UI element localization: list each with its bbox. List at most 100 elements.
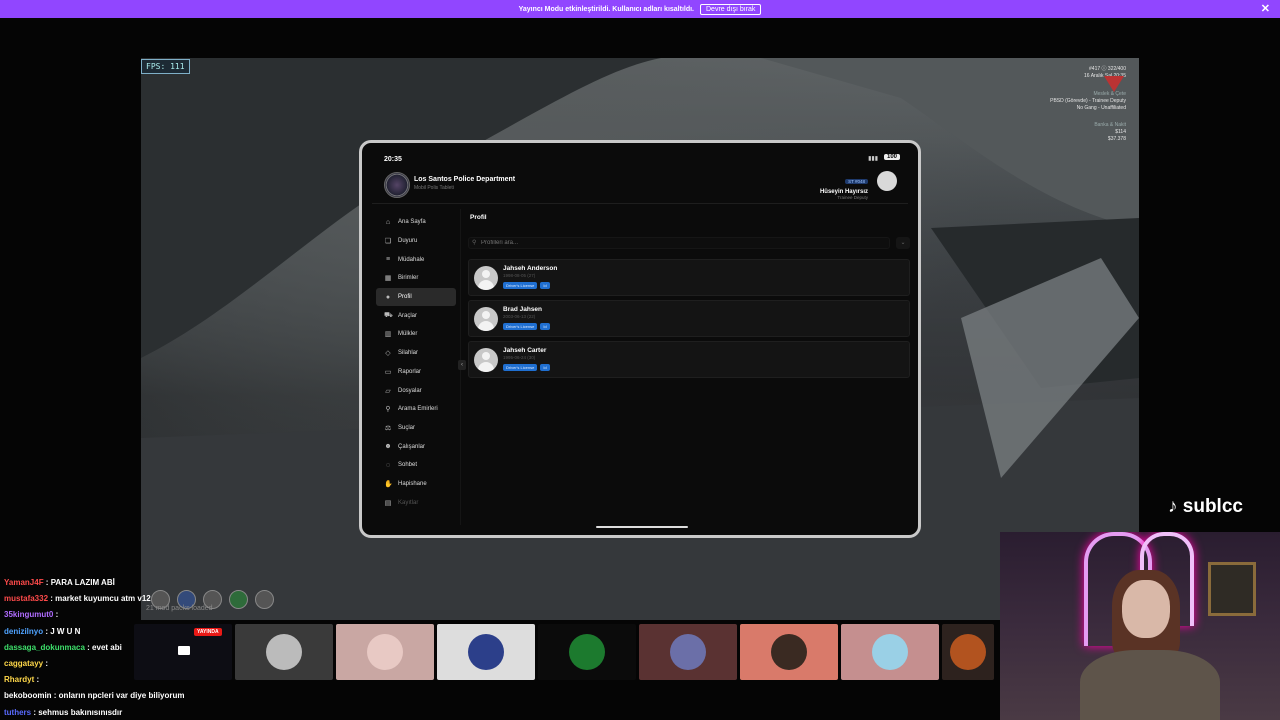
thumbnail[interactable]	[942, 624, 994, 680]
chat-message: bekoboomin : onların npcleri var diye bi…	[4, 688, 194, 704]
thumbnail[interactable]	[437, 624, 535, 680]
search-input[interactable]	[468, 237, 890, 249]
profile-name: Brad Jahsen	[503, 306, 543, 313]
grid-icon: ▦	[384, 275, 392, 283]
sidebar-item-duyuru[interactable]: ❏ Duyuru	[376, 232, 456, 251]
chat-username[interactable]: YamanJ4F	[4, 578, 44, 587]
hud-gang: No Gang - Unaffiliated	[1076, 105, 1126, 111]
chat-username[interactable]: bekoboomin	[4, 691, 52, 700]
license-tags: Driver's License Id	[503, 364, 550, 371]
thumbnail[interactable]	[336, 624, 434, 680]
chat-separator: :	[53, 610, 59, 620]
sidebar-item-profil[interactable]: ● Profil	[376, 287, 456, 307]
sidebar-item-label: Mülkler	[398, 331, 418, 338]
thumbnail[interactable]	[639, 624, 737, 680]
thumbnail[interactable]	[235, 624, 333, 680]
license-tag: Driver's License	[503, 323, 538, 330]
avatar[interactable]	[877, 171, 897, 191]
chat-username[interactable]: Rhardyt	[4, 675, 34, 684]
chat-text: sehmus bakınısınısdır	[38, 707, 123, 717]
streamer-body	[1080, 650, 1220, 720]
chat-username[interactable]: dassaga_dokunmaca	[4, 643, 85, 652]
license-tag: Id	[540, 323, 550, 330]
sidebar-item-arama-emirleri[interactable]: ⚲ Arama Emirleri	[376, 400, 456, 419]
sidebar-item-kayıtlar[interactable]: ▤ Kayıtlar	[376, 493, 456, 512]
chat-username[interactable]: caggatayy	[4, 659, 43, 668]
sidebar-item-label: Hapishane	[398, 480, 427, 487]
stamina-icon	[255, 590, 274, 609]
sidebar-item-label: Raporlar	[398, 368, 422, 375]
sidebar-item-label: Kayıtlar	[398, 499, 419, 506]
user-info[interactable]: ST #048 Hüseyin Hayırsız Trainee Deputy	[820, 170, 868, 200]
stream-thumbnail-strip: YAYINDA	[134, 624, 1000, 680]
profile-card[interactable]: Brad Jahsen 2003-06-13 (22) Driver's Licen…	[468, 300, 910, 337]
department-title: Los Santos Police Department	[414, 176, 516, 183]
sidebar-item-sohbet[interactable]: ◌ Sohbet	[376, 456, 456, 475]
department-seal-icon	[384, 172, 410, 198]
sidebar-item-label: Araçlar	[398, 312, 418, 319]
thumbnail[interactable]	[740, 624, 838, 680]
banner-message: Yayıncı Modu etkinleştirildi. Kullanıcı …	[518, 5, 694, 13]
profile-card[interactable]: Jahseh Carter 1995-06-24 (30) Driver's Lic…	[468, 341, 910, 378]
car-icon: ⛟	[384, 312, 393, 320]
chat-overlay: YamanJ4F : PARA LAZIM ABİ mustafa332 : ma…	[4, 575, 194, 720]
sidebar-item-hapishane[interactable]: ✋ Hapishane	[376, 475, 456, 494]
chat-message: dassaga_dokunmaca : evet abi	[4, 640, 194, 656]
close-icon[interactable]: ✕	[1261, 2, 1270, 15]
license-tag: Id	[540, 282, 550, 289]
license-tags: Driver's License Id	[503, 282, 550, 289]
fps-counter: FPS: 111	[141, 59, 190, 74]
sidebar-item-mülkler[interactable]: ▥ Mülkler	[376, 325, 456, 344]
stream-screen: Yayıncı Modu etkinleştirildi. Kullanıcı …	[0, 0, 1280, 720]
chat-username[interactable]: 35kingumut0	[4, 610, 53, 619]
streamer-face	[1122, 580, 1170, 638]
main-content: Profil ⚲ ⌄ Jahseh Anderson1998-08-05 (27…	[466, 209, 910, 382]
user-icon: ●	[385, 293, 391, 301]
home-indicator[interactable]	[596, 526, 688, 528]
profile-dob: 1995-06-24 (30)	[503, 355, 536, 360]
sidebar-item-silahlar[interactable]: ◇ Silahlar	[376, 344, 456, 363]
license-tags: Driver's License Id	[503, 323, 550, 330]
profile-name: Jahseh Anderson	[503, 265, 558, 272]
chat-username[interactable]: mustafa332	[4, 594, 48, 603]
hud-job: PBSD (Görevde) - Trainee Deputy	[1050, 98, 1126, 104]
sidebar-item-araçlar[interactable]: ⛟ Araçlar	[376, 306, 456, 325]
chat-message: tuthers : sehmus bakınısınısdır	[4, 705, 194, 720]
page-title: Profil	[470, 214, 487, 221]
collapse-sidebar-icon[interactable]: ‹	[458, 360, 466, 370]
police-tablet: 20:35 ▮▮▮ 100 Los Santos Police Departme…	[359, 140, 921, 538]
hud-bank: $114	[1115, 129, 1126, 135]
warrant-icon: ⚲	[385, 406, 391, 414]
profile-card[interactable]: Jahseh Anderson 1998-08-05 (27) Driver's L…	[468, 259, 910, 296]
sidebar-item-dosyalar[interactable]: ▱ Dosyalar	[376, 381, 456, 400]
streamer-mode-banner: Yayıncı Modu etkinleştirildi. Kullanıcı …	[0, 0, 1280, 18]
disable-streamer-mode-button[interactable]: Devre dışı bırak	[700, 3, 762, 15]
license-tag: Id	[540, 364, 550, 371]
chat-username[interactable]: tuthers	[4, 708, 31, 717]
thumbnail-avatar	[367, 634, 403, 670]
thumbnail[interactable]	[538, 624, 636, 680]
intervention-icon: ≡	[385, 256, 391, 264]
chat-message: mustafa332 : market kuyumcu atm v12	[4, 591, 194, 607]
thumbnail-avatar	[266, 634, 302, 670]
report-icon: ▭	[384, 368, 392, 376]
sidebar-nav: ⌂ Ana Sayfa ❏ Duyuru ≡ Müdahale ▦ Birimler ● Prof…	[376, 213, 456, 512]
sidebar-item-suçlar[interactable]: ⚖ Suçlar	[376, 419, 456, 438]
hud-stats: #417 ⓘ 322/400	[1089, 66, 1126, 72]
filter-dropdown-icon[interactable]: ⌄	[896, 237, 910, 249]
thumbnail[interactable]	[841, 624, 939, 680]
channel-brand: ♪ sublcc	[1168, 496, 1243, 517]
sidebar-item-label: Dosyalar	[398, 387, 422, 394]
sidebar-item-raporlar[interactable]: ▭ Raporlar	[376, 363, 456, 382]
chat-username[interactable]: denizilnyo	[4, 627, 43, 636]
hud-money-section: Banka & Nakit	[1094, 122, 1126, 128]
sidebar-item-label: Arama Emirleri	[398, 406, 438, 413]
sidebar-item-birimler[interactable]: ▦ Birimler	[376, 269, 456, 288]
thumbnail-avatar	[950, 634, 986, 670]
chat-message: 35kingumut0 :	[4, 607, 194, 623]
chat-message: caggatayy :	[4, 656, 194, 672]
sidebar-item-label: Duyuru	[398, 238, 418, 245]
sidebar-item-çalışanlar[interactable]: ☻ Çalışanlar	[376, 437, 456, 456]
sidebar-item-ana-sayfa[interactable]: ⌂ Ana Sayfa	[376, 213, 456, 232]
sidebar-item-müdahale[interactable]: ≡ Müdahale	[376, 250, 456, 269]
